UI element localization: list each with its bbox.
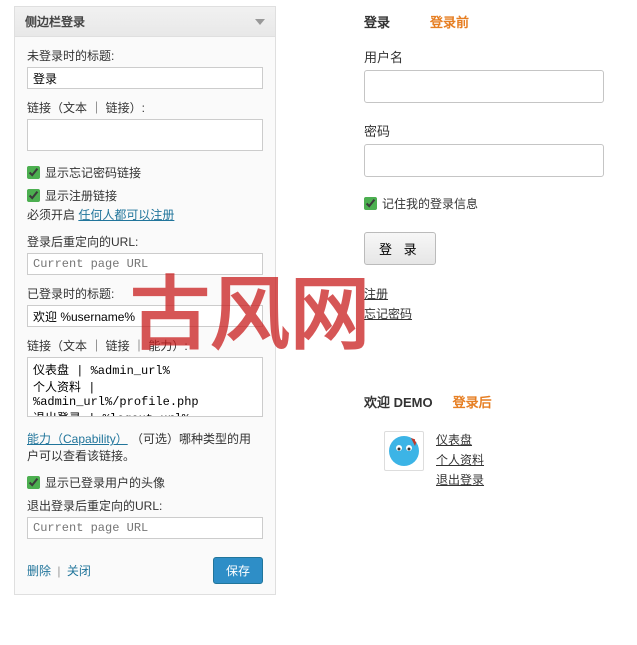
after-login-header: 欢迎 DEMO 登录后	[364, 392, 624, 411]
field-links-2: 链接（文本 ｜ 链接 ｜ 能力）: 仪表盘 | %admin_url% 个人资料…	[27, 337, 263, 420]
field-redirect-logout: 退出登录后重定向的URL:	[27, 497, 263, 539]
save-button[interactable]: 保存	[213, 557, 263, 584]
register-helper-text: 必须开启	[27, 208, 75, 222]
field-logged-title: 已登录时的标题:	[27, 285, 263, 327]
links-textarea-1[interactable]	[27, 119, 263, 151]
field-redirect-login: 登录后重定向的URL:	[27, 233, 263, 275]
widget-title: 侧边栏登录	[25, 13, 85, 30]
password-field: 密码	[364, 121, 624, 177]
capability-link[interactable]: 能力（Capability）	[27, 432, 128, 446]
logged-title-label: 已登录时的标题:	[27, 285, 263, 302]
separator: |	[57, 564, 60, 578]
chevron-down-icon	[255, 19, 265, 25]
links-textarea-2[interactable]: 仪表盘 | %admin_url% 个人资料 | %admin_url%/pro…	[27, 357, 263, 417]
show-forgot-checkbox[interactable]	[27, 166, 40, 179]
logged-title-input[interactable]	[27, 305, 263, 327]
show-register-checkbox[interactable]	[27, 189, 40, 202]
not-logged-title-label: 未登录时的标题:	[27, 47, 263, 64]
capability-row: 能力（Capability） （可选）哪种类型的用户可以查看该链接。	[27, 430, 263, 464]
redirect-logout-input[interactable]	[27, 517, 263, 539]
username-input[interactable]	[364, 70, 604, 103]
widget-header[interactable]: 侧边栏登录	[15, 7, 275, 37]
logout-link[interactable]: 退出登录	[436, 473, 484, 487]
after-login-label: 登录后	[453, 392, 492, 411]
widget-config-panel: 侧边栏登录 未登录时的标题: 链接（文本 ｜ 链接）: 显示忘记密码链接 显示注…	[14, 6, 276, 595]
login-heading: 登录	[364, 12, 390, 31]
footer-links: 删除 | 关闭	[27, 562, 91, 579]
show-avatar-checkbox[interactable]	[27, 476, 40, 489]
before-login-header: 登录 登录前	[364, 12, 624, 31]
dashboard-link[interactable]: 仪表盘	[436, 433, 472, 447]
register-link[interactable]: 注册	[364, 287, 388, 301]
show-register-row: 显示注册链接	[27, 187, 263, 204]
field-links-1: 链接（文本 ｜ 链接）:	[27, 99, 263, 154]
redirect-login-input[interactable]	[27, 253, 263, 275]
links-label-2: 链接（文本 ｜ 链接 ｜ 能力）:	[27, 337, 263, 354]
password-label: 密码	[364, 121, 624, 140]
not-logged-title-input[interactable]	[27, 67, 263, 89]
avatar-icon	[387, 434, 421, 468]
close-link[interactable]: 关闭	[67, 564, 91, 578]
forgot-password-link[interactable]: 忘记密码	[364, 307, 412, 321]
auth-links: 注册 忘记密码	[364, 285, 624, 322]
avatar	[384, 431, 424, 471]
user-section: 仪表盘 个人资料 退出登录	[384, 431, 624, 491]
preview-area: 登录 登录前 用户名 密码 记住我的登录信息 登 录 注册 忘记密码 欢迎 DE…	[364, 12, 624, 491]
username-field: 用户名	[364, 47, 624, 103]
show-register-label: 显示注册链接	[45, 187, 117, 204]
delete-link[interactable]: 删除	[27, 564, 51, 578]
widget-footer: 删除 | 关闭 保存	[27, 549, 263, 584]
login-button-row: 登 录	[364, 232, 624, 265]
anyone-can-register-link[interactable]: 任何人都可以注册	[78, 208, 174, 222]
show-forgot-row: 显示忘记密码链接	[27, 164, 263, 181]
show-avatar-row: 显示已登录用户的头像	[27, 474, 263, 491]
remember-checkbox[interactable]	[364, 197, 377, 210]
profile-link[interactable]: 个人资料	[436, 453, 484, 467]
show-avatar-label: 显示已登录用户的头像	[45, 474, 165, 491]
redirect-logout-label: 退出登录后重定向的URL:	[27, 497, 263, 514]
register-helper-row: 必须开启 任何人都可以注册	[27, 206, 263, 223]
field-not-logged-title: 未登录时的标题:	[27, 47, 263, 89]
remember-row: 记住我的登录信息	[364, 195, 624, 212]
username-label: 用户名	[364, 47, 624, 66]
redirect-login-label: 登录后重定向的URL:	[27, 233, 263, 250]
login-button[interactable]: 登 录	[364, 232, 436, 265]
remember-label: 记住我的登录信息	[382, 195, 478, 212]
links-label-1: 链接（文本 ｜ 链接）:	[27, 99, 263, 116]
widget-body: 未登录时的标题: 链接（文本 ｜ 链接）: 显示忘记密码链接 显示注册链接 必须…	[15, 37, 275, 594]
password-input[interactable]	[364, 144, 604, 177]
user-links: 仪表盘 个人资料 退出登录	[436, 431, 484, 491]
show-forgot-label: 显示忘记密码链接	[45, 164, 141, 181]
before-login-label: 登录前	[430, 12, 469, 31]
welcome-text: 欢迎 DEMO	[364, 392, 433, 411]
